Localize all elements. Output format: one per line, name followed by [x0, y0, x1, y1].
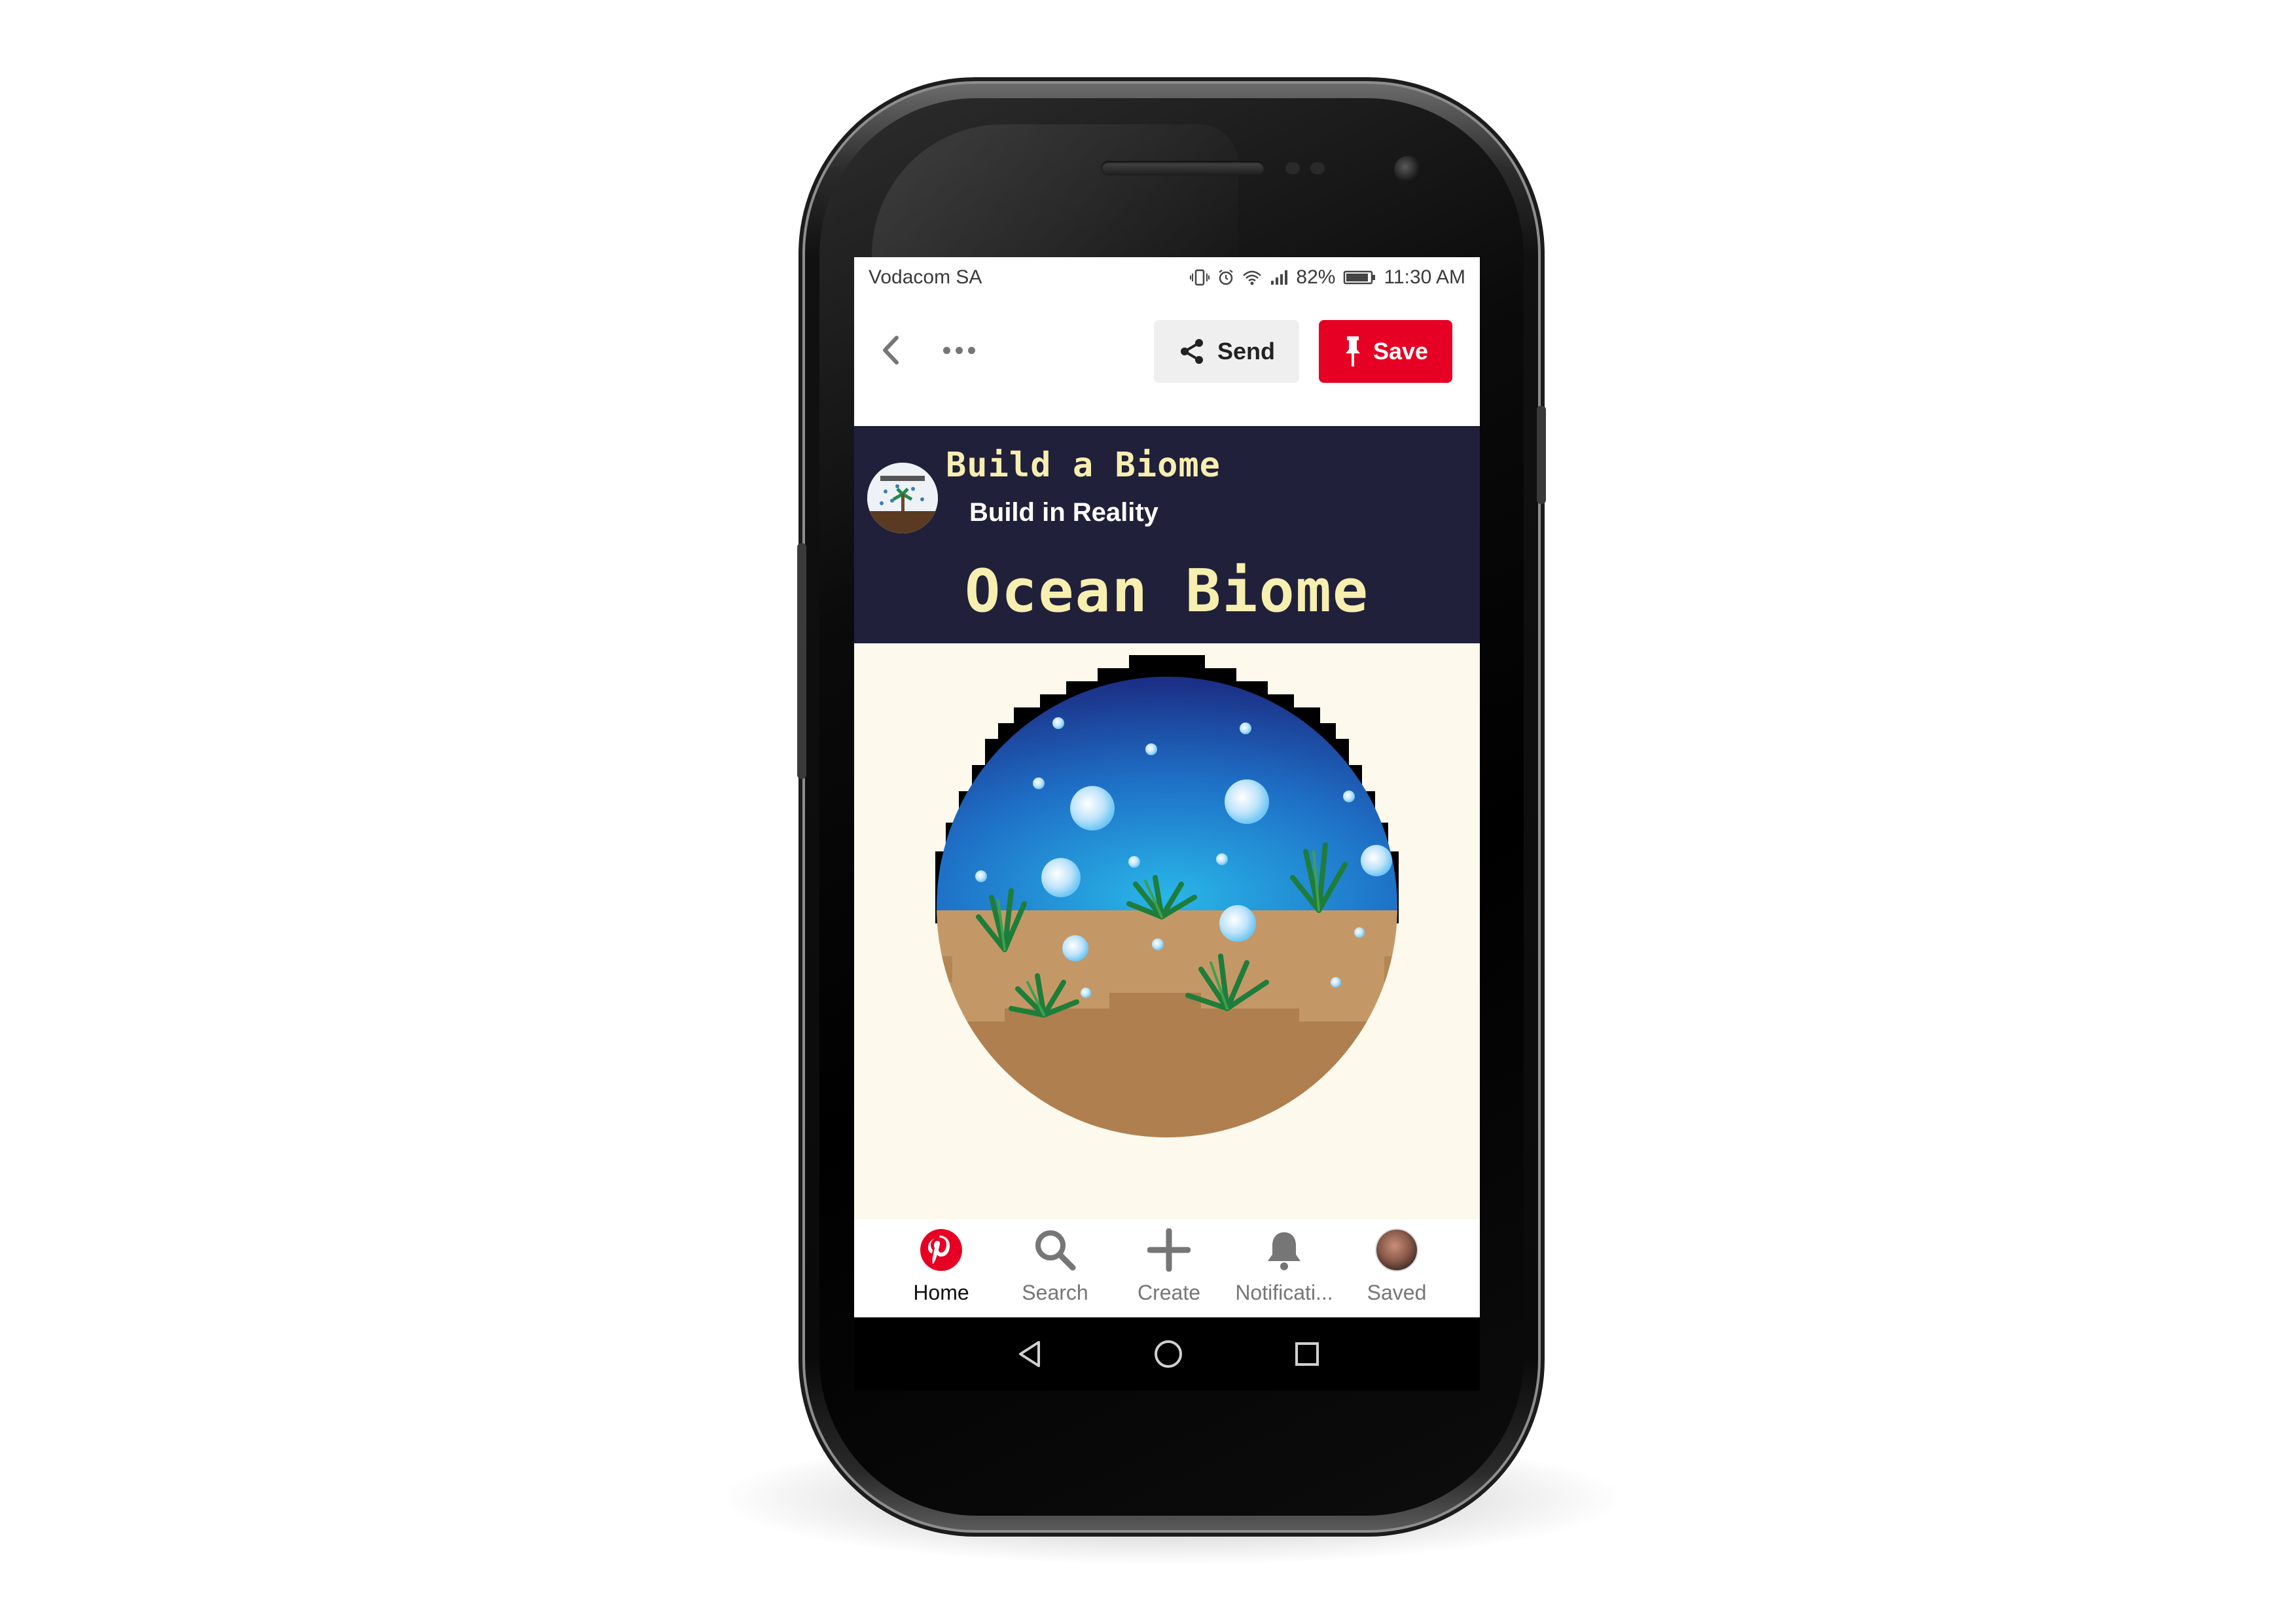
pinterest-logo-icon	[918, 1227, 964, 1273]
home-circle-icon	[1155, 1340, 1182, 1368]
send-label: Send	[1217, 338, 1275, 365]
tab-saved-label: Saved	[1367, 1281, 1427, 1304]
save-button[interactable]: Save	[1319, 320, 1452, 383]
status-bar: Vodacom SA 82% 11:30 AM	[854, 257, 1480, 299]
more-horizontal-icon	[942, 346, 950, 354]
recents-square-icon	[1295, 1342, 1319, 1366]
plus-icon	[1146, 1227, 1192, 1273]
bottom-tab-bar: Home Search Create Notificati... Saved	[854, 1219, 1480, 1317]
nav-home-button[interactable]	[1149, 1334, 1188, 1374]
share-icon	[1180, 339, 1203, 364]
tab-notifications[interactable]: Notificati...	[1229, 1227, 1340, 1312]
send-button[interactable]: Send	[1154, 320, 1299, 383]
pin-title: Ocean Biome	[964, 557, 1370, 626]
wifi-icon	[1243, 270, 1262, 285]
save-label: Save	[1372, 338, 1429, 365]
tab-search[interactable]: Search	[999, 1227, 1111, 1312]
volume-button	[797, 543, 806, 779]
light-sensor	[1310, 162, 1325, 174]
signal-icon	[1271, 270, 1288, 285]
more-options-button[interactable]	[933, 330, 985, 370]
build-a-biome-logo	[867, 463, 938, 533]
chevron-left-icon	[883, 336, 899, 365]
battery-percent: 82%	[1296, 266, 1336, 288]
tab-notifications-label: Notificati...	[1235, 1281, 1333, 1304]
clock: 11:30 AM	[1384, 266, 1465, 288]
ocean-biome-illustration	[935, 655, 1399, 1137]
pin-image-header: Build a Biome Build in Reality Ocean Bio…	[854, 426, 1480, 643]
alarm-icon	[1219, 270, 1234, 285]
phone-screen: Vodacom SA 82% 11:30 AM Send Save Build …	[854, 257, 1480, 1391]
back-button[interactable]	[871, 330, 910, 370]
search-icon	[1032, 1227, 1078, 1273]
tab-create[interactable]: Create	[1113, 1227, 1225, 1312]
tab-create-label: Create	[1137, 1281, 1201, 1304]
more-dot	[967, 346, 975, 354]
back-triangle-icon	[1019, 1341, 1040, 1367]
avatar	[1375, 1228, 1418, 1272]
more-dot	[955, 346, 963, 354]
earpiece-speaker	[1101, 161, 1265, 175]
proximity-sensor	[1285, 162, 1300, 174]
pin-action-bar: Send Save	[854, 299, 1480, 404]
status-icons: 82% 11:30 AM	[1190, 266, 1465, 289]
brand-title: Build a Biome	[946, 446, 1221, 485]
bell-icon	[1261, 1227, 1307, 1273]
nav-recents-button[interactable]	[1287, 1334, 1327, 1374]
pin-image[interactable]: Build a Biome Build in Reality Ocean Bio…	[854, 426, 1480, 1221]
tab-saved[interactable]: Saved	[1341, 1227, 1452, 1312]
tab-search-label: Search	[1022, 1281, 1088, 1304]
carrier-name: Vodacom SA	[869, 266, 982, 288]
vibrate-icon	[1190, 269, 1210, 286]
tab-home[interactable]: Home	[886, 1227, 997, 1312]
biome-logo-icon	[867, 463, 938, 533]
brand-tagline: Build in Reality	[969, 498, 1158, 527]
front-camera	[1394, 156, 1422, 183]
nav-back-button[interactable]	[1010, 1334, 1049, 1374]
tab-home-label: Home	[913, 1281, 969, 1304]
power-button	[1537, 406, 1546, 504]
battery-icon	[1344, 270, 1376, 285]
android-nav-bar	[854, 1317, 1480, 1391]
pushpin-icon	[1345, 336, 1360, 366]
profile-avatar-wrap	[1374, 1227, 1420, 1273]
